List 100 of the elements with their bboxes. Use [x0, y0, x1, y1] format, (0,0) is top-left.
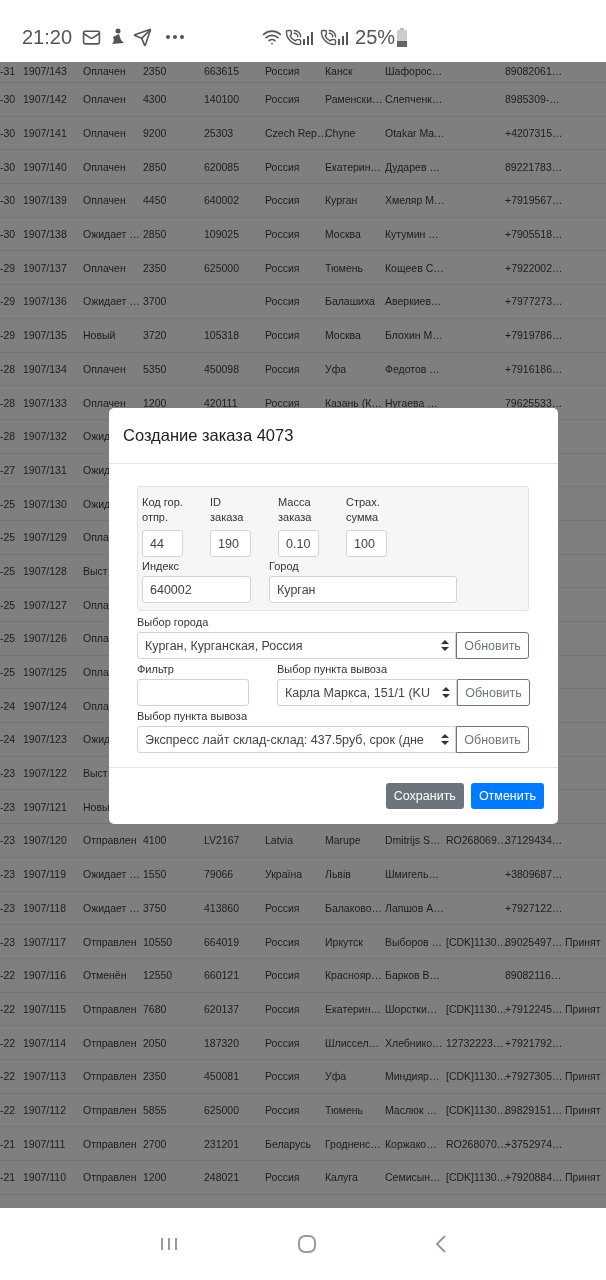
table-cell: -28 — [0, 362, 16, 375]
table-cell: Шмигель… — [385, 868, 439, 881]
table-cell: Оплачен — [83, 160, 126, 173]
table-cell: Опла — [83, 666, 109, 679]
dropdown-select[interactable]: Карла Маркса, 151/1 (KU — [277, 679, 457, 706]
table-cell: Краснояр… — [325, 969, 382, 982]
table-cell: Принят — [565, 1002, 601, 1015]
table-cell: Marupe — [325, 834, 361, 847]
table-cell: Отправлен — [83, 1171, 137, 1184]
table-cell: -23 — [0, 767, 16, 780]
table-cell: 450098 — [204, 362, 240, 375]
table-cell: 109025 — [204, 228, 240, 241]
refresh-button[interactable]: Обновить — [457, 679, 530, 706]
input-field[interactable]: 100 — [346, 530, 387, 557]
table-cell: 2850 — [143, 160, 167, 173]
table-cell: Тюмень — [325, 261, 364, 274]
table-cell: Оплачен — [83, 64, 126, 77]
table-cell: Отменён — [83, 969, 127, 982]
table-cell: 187320 — [204, 1036, 240, 1049]
field-label: ID заказа — [210, 495, 245, 525]
table-cell: Семисын… — [385, 1171, 441, 1184]
input-field[interactable]: 0.10 — [278, 530, 319, 557]
table-cell: -31 — [0, 64, 16, 77]
table-cell: 4300 — [143, 93, 167, 106]
table-cell: Опла — [83, 531, 109, 544]
table-cell: Балаково… — [325, 901, 383, 914]
table-cell: Ожид — [83, 463, 111, 476]
cancel-button[interactable]: Отменить — [470, 783, 544, 809]
table-cell: Россия — [265, 1103, 300, 1116]
table-cell: Барков В… — [385, 969, 441, 982]
table-cell: Россия — [265, 396, 300, 409]
table-cell: Ожид — [83, 430, 111, 443]
table-cell: Канск — [325, 64, 353, 77]
table-cell: 1907/115 — [23, 1002, 66, 1015]
table-cell: +7922002… — [505, 261, 563, 274]
table-cell: +7912245… — [505, 1002, 563, 1015]
call-icon — [285, 28, 303, 46]
table-cell: Україна — [265, 868, 303, 881]
table-cell: 3720 — [143, 329, 167, 342]
table-cell: Опла — [83, 632, 109, 645]
table-cell: 1907/121 — [23, 800, 67, 813]
table-cell: 25303 — [204, 127, 234, 140]
table-cell: 2700 — [143, 1137, 167, 1150]
table-cell: Гродненс… — [325, 1137, 381, 1150]
table-cell: Россия — [265, 901, 300, 914]
save-button[interactable]: Сохранить — [385, 783, 464, 809]
table-cell: -25 — [0, 598, 16, 611]
refresh-button[interactable]: Обновить — [456, 632, 529, 659]
input-field[interactable]: 640002 — [142, 576, 251, 603]
table-cell: +7919786… — [505, 329, 563, 342]
table-cell: 1907/143 — [23, 64, 67, 77]
table-cell: Принят — [565, 1103, 601, 1116]
table-cell: -21 — [0, 1171, 16, 1184]
input-field[interactable]: 44 — [142, 530, 183, 557]
table-cell: 5855 — [143, 1103, 167, 1116]
table-cell: 4100 — [143, 834, 167, 847]
back-icon[interactable] — [435, 1234, 447, 1254]
refresh-button[interactable]: Обновить — [456, 726, 529, 753]
dropdown-select[interactable]: Курган, Курганская, Россия — [137, 632, 457, 659]
table-cell: -28 — [0, 430, 16, 443]
home-icon[interactable] — [297, 1234, 317, 1254]
table-cell: 248021 — [204, 1171, 240, 1184]
table-cell: 1550 — [143, 868, 167, 881]
table-cell: Оплачен — [83, 396, 126, 409]
table-cell: [CDK]1130… — [446, 1171, 508, 1184]
field-label: Город — [269, 559, 300, 574]
table-cell: Дударев … — [385, 160, 440, 173]
input-field[interactable]: Курган — [269, 576, 457, 603]
table-cell: Курган — [325, 194, 358, 207]
input-field[interactable]: 190 — [210, 530, 251, 557]
figure-icon — [109, 28, 126, 46]
table-cell: -22 — [0, 1002, 16, 1015]
input-field[interactable] — [137, 679, 249, 706]
table-cell: -23 — [0, 800, 16, 813]
table-cell: +7977273… — [505, 295, 563, 308]
table-cell: 664019 — [204, 935, 240, 948]
table-cell: +7920884… — [505, 1171, 563, 1184]
table-cell: Уфа — [325, 362, 347, 375]
table-cell: 1907/131 — [23, 463, 67, 476]
table-cell: -30 — [0, 127, 16, 140]
table-cell: Хмеляр М… — [385, 194, 445, 207]
table-cell: Россия — [265, 261, 300, 274]
table-cell: -25 — [0, 632, 16, 645]
table-cell: 1907/130 — [23, 497, 67, 510]
table-cell: -25 — [0, 564, 16, 577]
table-cell: -30 — [0, 160, 16, 173]
recent-apps-icon[interactable] — [159, 1237, 179, 1251]
table-cell: 231201 — [204, 1137, 240, 1150]
table-cell: Россия — [265, 295, 300, 308]
table-cell: Отправлен — [83, 1070, 137, 1083]
table-cell: Слепченк… — [385, 93, 443, 106]
table-cell: Отправлен — [83, 1002, 137, 1015]
table-cell: Раменски… — [325, 93, 383, 106]
table-cell: Россия — [265, 1070, 300, 1083]
table-cell: Россия — [265, 194, 300, 207]
dropdown-select[interactable]: Экспресс лайт склад-склад: 437.5руб, срок (дне — [137, 726, 457, 753]
table-cell: 1907/136 — [23, 295, 67, 308]
table-cell: 2050 — [143, 1036, 167, 1049]
battery-icon — [397, 27, 408, 47]
table-cell: Калуга — [325, 1171, 358, 1184]
